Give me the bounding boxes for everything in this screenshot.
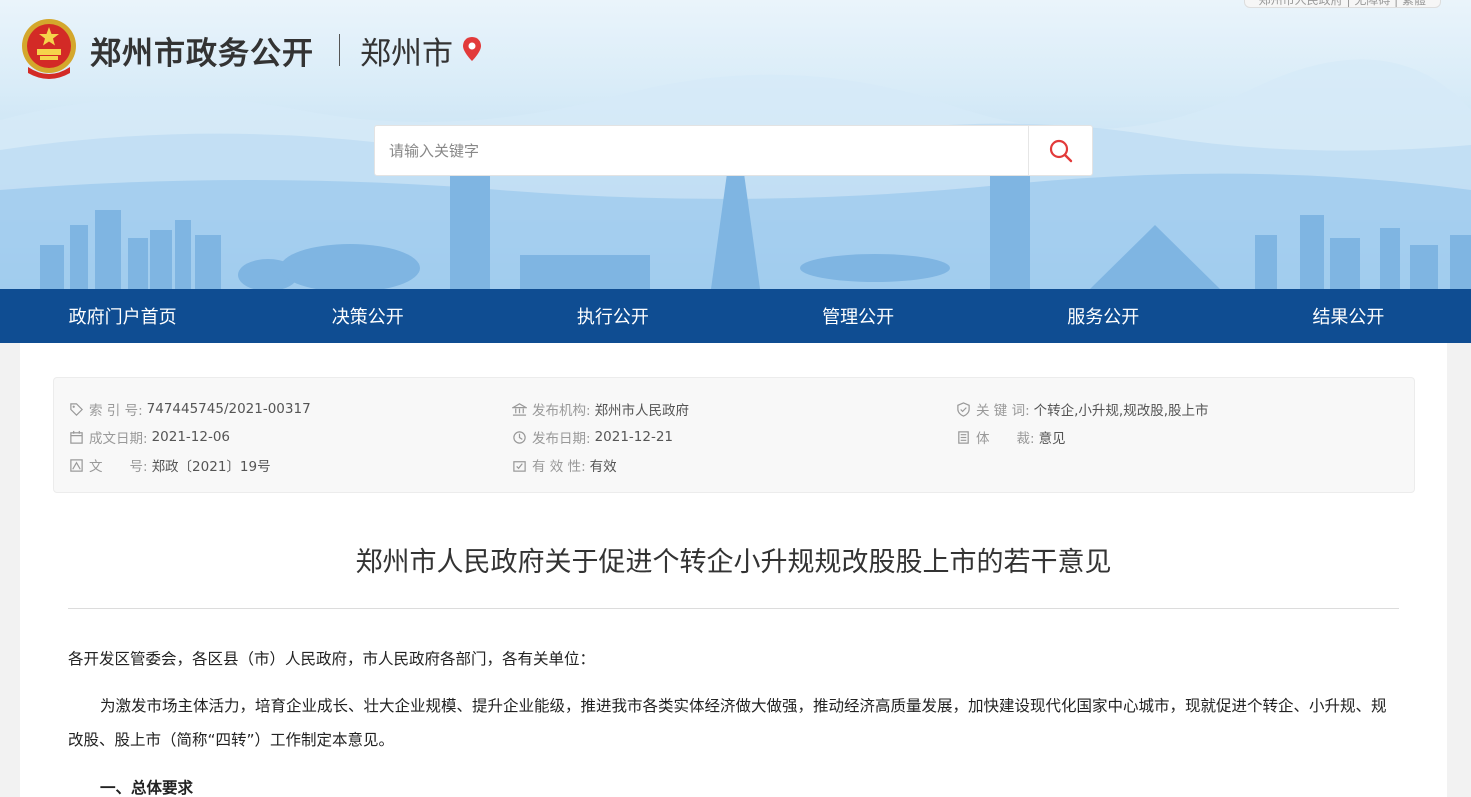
institution-icon bbox=[512, 402, 527, 416]
nav-home[interactable]: 政府门户首页 bbox=[0, 289, 245, 343]
document-number-icon bbox=[70, 458, 83, 472]
nav-service[interactable]: 服务公开 bbox=[981, 289, 1226, 343]
article-container: 索 引 号: 747445745/2021-00317 成文日期: 2021-1… bbox=[20, 343, 1447, 797]
meta-docno-value: 郑政〔2021〕19号 bbox=[151, 459, 271, 475]
nav-result[interactable]: 结果公开 bbox=[1226, 289, 1471, 343]
clock-icon bbox=[513, 430, 526, 444]
meta-pubdate: 发布日期: 2021-12-21 bbox=[512, 427, 673, 447]
meta-keywords: 关 键 词: 个转企,小升规,规改股,股上市 bbox=[956, 399, 1209, 419]
meta-docno-label: 文 号: bbox=[89, 459, 148, 475]
calendar-icon bbox=[70, 430, 83, 444]
article-title: 郑州市人民政府关于促进个转企小升规规改股股上市的若干意见 bbox=[355, 547, 1112, 578]
search-button[interactable] bbox=[1028, 126, 1092, 175]
meta-validity-label: 有 效 性: bbox=[532, 459, 586, 475]
meta-validity: 有 效 性: 有效 bbox=[512, 455, 617, 475]
nav-decision[interactable]: 决策公开 bbox=[245, 289, 490, 343]
site-title[interactable]: 郑州市政务公开 bbox=[90, 28, 314, 73]
national-emblem-icon bbox=[22, 19, 76, 79]
meta-pubdate-label: 发布日期: bbox=[532, 431, 591, 447]
nav-management[interactable]: 管理公开 bbox=[736, 289, 981, 343]
meta-validity-value: 有效 bbox=[589, 459, 617, 475]
location-pin-icon[interactable] bbox=[461, 36, 483, 62]
nav-execution[interactable]: 执行公开 bbox=[490, 289, 735, 343]
meta-index: 索 引 号: 747445745/2021-00317 bbox=[69, 399, 311, 419]
meta-pubdate-value: 2021-12-21 bbox=[594, 429, 674, 445]
article-salutation: 各开发区管委会，各区县（市）人民政府，市人民政府各部门，各有关单位： bbox=[68, 650, 596, 668]
validity-icon bbox=[513, 460, 526, 472]
title-divider bbox=[339, 34, 340, 66]
meta-keywords-value: 个转企,小升规,规改股,股上市 bbox=[1033, 403, 1209, 419]
city-name[interactable]: 郑州市 bbox=[360, 28, 453, 73]
meta-keywords-label: 关 键 词: bbox=[976, 403, 1030, 419]
search-icon bbox=[1049, 139, 1072, 162]
document-metadata: 索 引 号: 747445745/2021-00317 成文日期: 2021-1… bbox=[53, 377, 1415, 493]
meta-publisher: 发布机构: 郑州市人民政府 bbox=[512, 399, 689, 419]
meta-publisher-label: 发布机构: bbox=[532, 403, 591, 419]
site-header: 郑州市人民政府 | 无障碍 | 繁體 郑州市政务公开 郑州市 bbox=[0, 0, 1471, 289]
meta-genre-label: 体 裁: bbox=[976, 431, 1035, 447]
list-document-icon bbox=[958, 430, 969, 444]
meta-created: 成文日期: 2021-12-06 bbox=[69, 427, 230, 447]
meta-publisher-value: 郑州市人民政府 bbox=[594, 403, 690, 419]
shield-icon bbox=[957, 401, 970, 417]
tag-icon bbox=[70, 402, 83, 416]
meta-docno: 文 号: 郑政〔2021〕19号 bbox=[69, 455, 271, 475]
meta-genre-value: 意见 bbox=[1038, 431, 1066, 447]
meta-created-value: 2021-12-06 bbox=[151, 429, 231, 445]
topbar-links[interactable]: 郑州市人民政府 | 无障碍 | 繁體 bbox=[1243, 0, 1441, 8]
title-underline bbox=[68, 608, 1399, 609]
meta-index-value: 747445745/2021-00317 bbox=[146, 401, 311, 417]
main-nav: 政府门户首页 决策公开 执行公开 管理公开 服务公开 结果公开 bbox=[0, 289, 1471, 343]
section-heading: 一、总体要求 bbox=[100, 779, 194, 797]
meta-created-label: 成文日期: bbox=[89, 431, 148, 447]
meta-genre: 体 裁: 意见 bbox=[956, 427, 1066, 447]
meta-index-label: 索 引 号: bbox=[89, 403, 143, 419]
search-bar bbox=[374, 125, 1093, 176]
article-paragraph: 为激发市场主体活力，培育企业成长、壮大企业规模、提升企业能级，推进我市各类实体经… bbox=[68, 697, 1387, 749]
search-input[interactable] bbox=[375, 126, 1028, 175]
